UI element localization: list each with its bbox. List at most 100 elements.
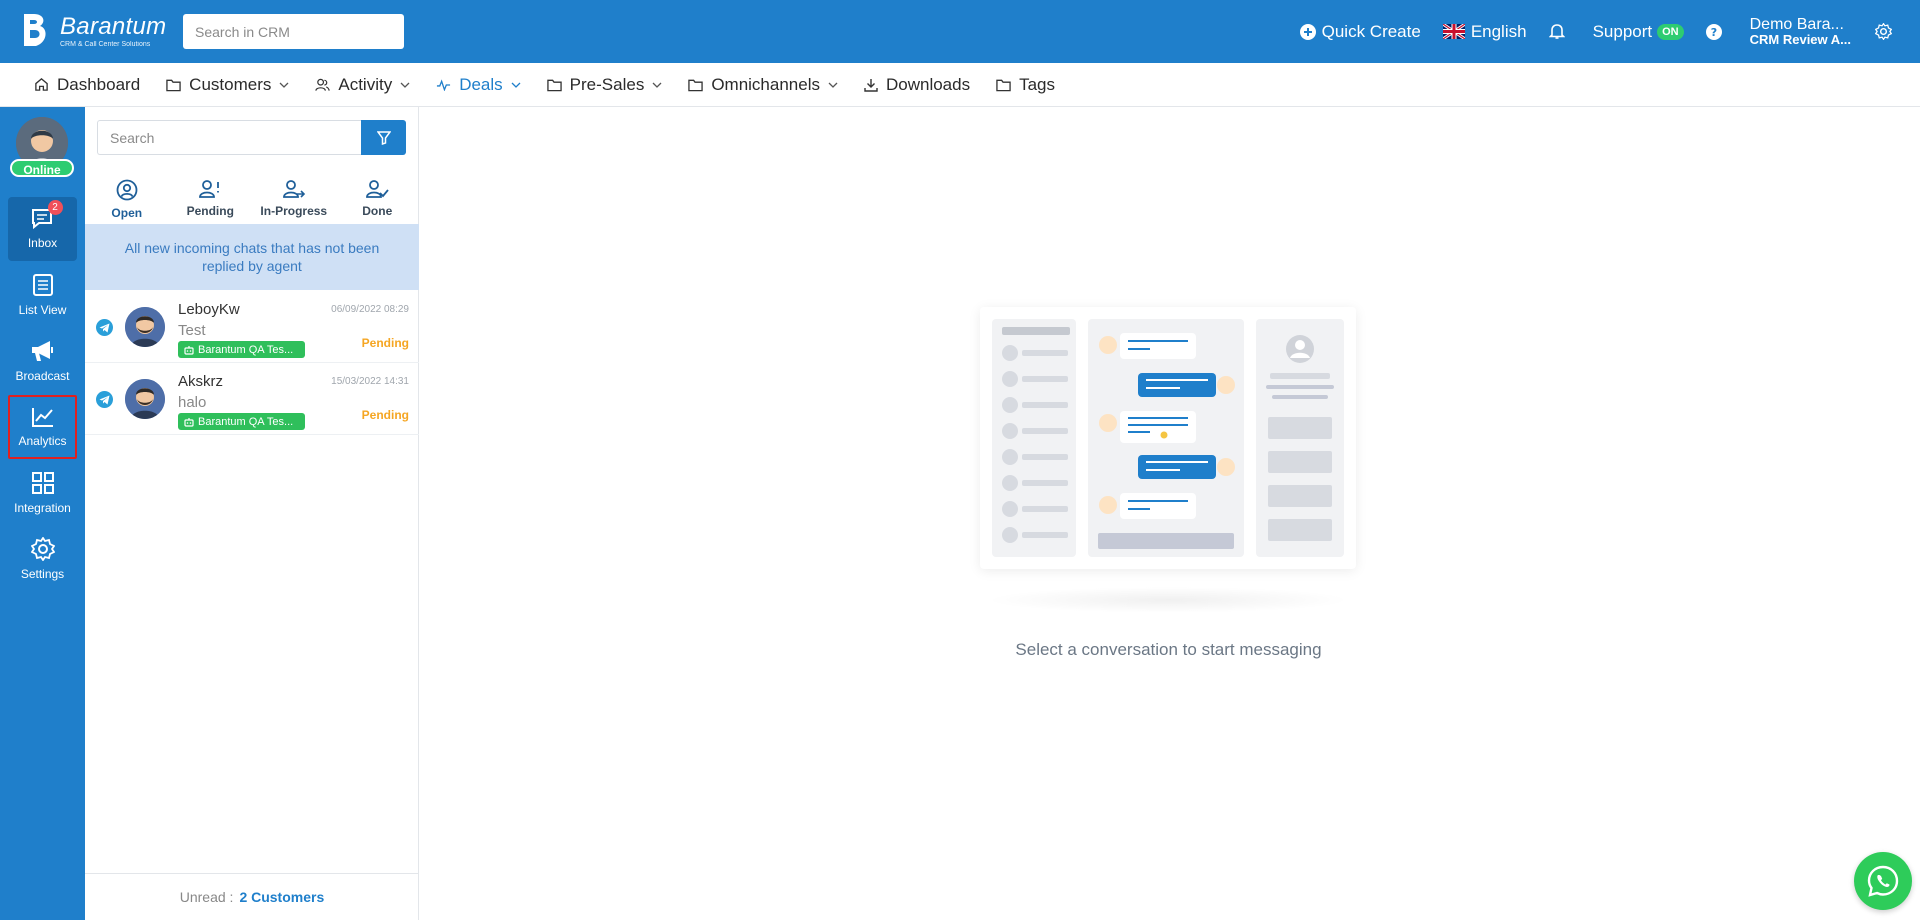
chevron-down-icon — [652, 82, 662, 88]
plus-circle-icon — [1299, 23, 1316, 40]
chat-channel-tag: Barantum QA Tes... — [178, 413, 305, 430]
chat-timestamp: 06/09/2022 08:29 — [331, 304, 409, 315]
sidebar-item-label: List View — [18, 303, 67, 317]
sidebar-item-label: Inbox — [27, 236, 58, 250]
tab-done[interactable]: Done — [336, 171, 420, 229]
quick-create-button[interactable]: Quick Create — [1299, 21, 1421, 42]
nav-activity[interactable]: Activity — [315, 75, 410, 95]
barantum-logo[interactable]: Barantum CRM & Call Center Solutions — [20, 12, 166, 50]
tab-pending[interactable]: Pending — [169, 171, 253, 229]
nav-dashboard[interactable]: Dashboard — [34, 75, 140, 95]
tab-label: Pending — [186, 204, 234, 218]
pulse-icon — [436, 78, 451, 91]
customer-avatar — [125, 379, 165, 419]
sidebar-item-inbox[interactable]: 2 Inbox — [8, 197, 77, 261]
sidebar-item-label: Analytics — [18, 434, 67, 448]
sidebar-item-list-view[interactable]: List View — [8, 263, 77, 327]
sidebar-item-label: Integration — [14, 501, 71, 515]
empty-state-illustration — [980, 307, 1356, 569]
grid-icon — [31, 471, 55, 495]
user-pending-icon — [198, 179, 222, 199]
bell-icon — [1548, 23, 1565, 40]
help-button[interactable]: ? — [1705, 23, 1728, 40]
list-icon — [32, 273, 54, 297]
unread-count[interactable]: 2 Customers — [239, 889, 324, 905]
nav-label: Omnichannels — [711, 74, 820, 94]
settings-button[interactable] — [1875, 23, 1898, 40]
user-organization: CRM Review A... — [1749, 32, 1851, 48]
illustration-shadow — [985, 587, 1351, 613]
empty-state-message: Select a conversation to start messaging — [1015, 640, 1322, 659]
help-icon: ? — [1705, 23, 1722, 40]
support-toggle[interactable]: Support ON — [1593, 22, 1684, 42]
chat-status: Pending — [361, 408, 409, 422]
gear-icon — [1875, 23, 1892, 40]
chat-list-item[interactable]: LeboyKw 06/09/2022 08:29 Test Barantum Q… — [85, 291, 419, 363]
tab-in-progress[interactable]: In-Progress — [252, 171, 336, 229]
sidebar-item-broadcast[interactable]: Broadcast — [8, 329, 77, 393]
tab-label: Open — [111, 206, 143, 220]
quick-create-label: Quick Create — [1321, 21, 1421, 41]
online-status-badge[interactable]: Online — [10, 159, 74, 177]
chevron-down-icon — [828, 82, 838, 88]
last-message: halo — [178, 394, 207, 411]
barantum-logo-icon — [20, 12, 54, 50]
nav-omnichannels[interactable]: Omnichannels — [688, 75, 838, 95]
support-label: Support — [1592, 21, 1653, 41]
folder-icon — [688, 78, 704, 92]
crm-search-input[interactable] — [183, 14, 404, 49]
user-name: Demo Bara... — [1749, 15, 1844, 33]
whatsapp-icon — [1866, 864, 1900, 898]
support-status-badge: ON — [1657, 23, 1684, 40]
sidebar-item-label: Broadcast — [15, 369, 70, 383]
sidebar-item-integration[interactable]: Integration — [8, 461, 77, 525]
bot-icon — [184, 417, 194, 427]
users-icon — [315, 78, 331, 92]
user-menu[interactable]: Demo Bara... CRM Review A... — [1750, 16, 1851, 48]
sidebar-item-settings[interactable]: Settings — [8, 527, 77, 591]
chart-icon — [31, 406, 55, 428]
uk-flag-icon — [1442, 24, 1465, 39]
telegram-icon — [96, 319, 113, 336]
unread-summary: Unread : 2 Customers — [85, 873, 419, 920]
tab-label: Done — [362, 204, 393, 218]
folder-icon — [166, 78, 181, 92]
chat-channel-tag: Barantum QA Tes... — [178, 341, 305, 358]
chat-icon: 2 — [31, 200, 63, 230]
nav-label: Pre-Sales — [569, 74, 645, 94]
main-nav: Dashboard Customers Activity Deals Pre-S… — [0, 63, 1920, 107]
chat-list-item[interactable]: Akskrz 15/03/2022 14:31 halo Barantum QA… — [85, 363, 419, 435]
notification-button[interactable] — [1548, 23, 1571, 40]
nav-tags[interactable]: Tags — [996, 75, 1055, 95]
nav-customers[interactable]: Customers — [166, 75, 289, 95]
customer-name: Akskrz — [178, 373, 223, 390]
nav-label: Downloads — [885, 74, 971, 94]
tab-open[interactable]: Open — [85, 171, 169, 229]
chat-timestamp: 15/03/2022 14:31 — [331, 376, 409, 387]
chat-channel-tag-label: Barantum QA Tes... — [198, 343, 294, 356]
omnichannel-sidebar: Online 2 Inbox List View Broadcast Analy… — [0, 107, 85, 920]
svg-text:?: ? — [1710, 26, 1716, 39]
filter-button[interactable] — [361, 120, 406, 155]
nav-downloads[interactable]: Downloads — [864, 75, 970, 95]
whatsapp-button[interactable] — [1854, 852, 1912, 910]
chevron-down-icon — [511, 82, 521, 88]
download-icon — [864, 78, 878, 92]
gear-icon — [30, 537, 55, 561]
chat-status: Pending — [361, 336, 409, 350]
last-message: Test — [178, 322, 206, 339]
customer-avatar — [125, 307, 165, 347]
nav-label: Customers — [189, 74, 272, 94]
user-circle-icon — [116, 179, 138, 201]
nav-pre-sales[interactable]: Pre-Sales — [546, 74, 663, 95]
logo-name: Barantum — [60, 12, 167, 40]
chevron-down-icon — [279, 82, 289, 88]
sidebar-item-analytics[interactable]: Analytics — [8, 395, 77, 459]
chat-search-input[interactable] — [97, 120, 362, 155]
conversation-area: Select a conversation to start messaging — [419, 107, 1920, 920]
nav-deals[interactable]: Deals — [436, 74, 521, 95]
nav-label: Deals — [459, 74, 503, 94]
tab-label: In-Progress — [260, 204, 328, 218]
bot-icon — [184, 345, 194, 355]
language-selector[interactable]: English — [1442, 22, 1527, 42]
